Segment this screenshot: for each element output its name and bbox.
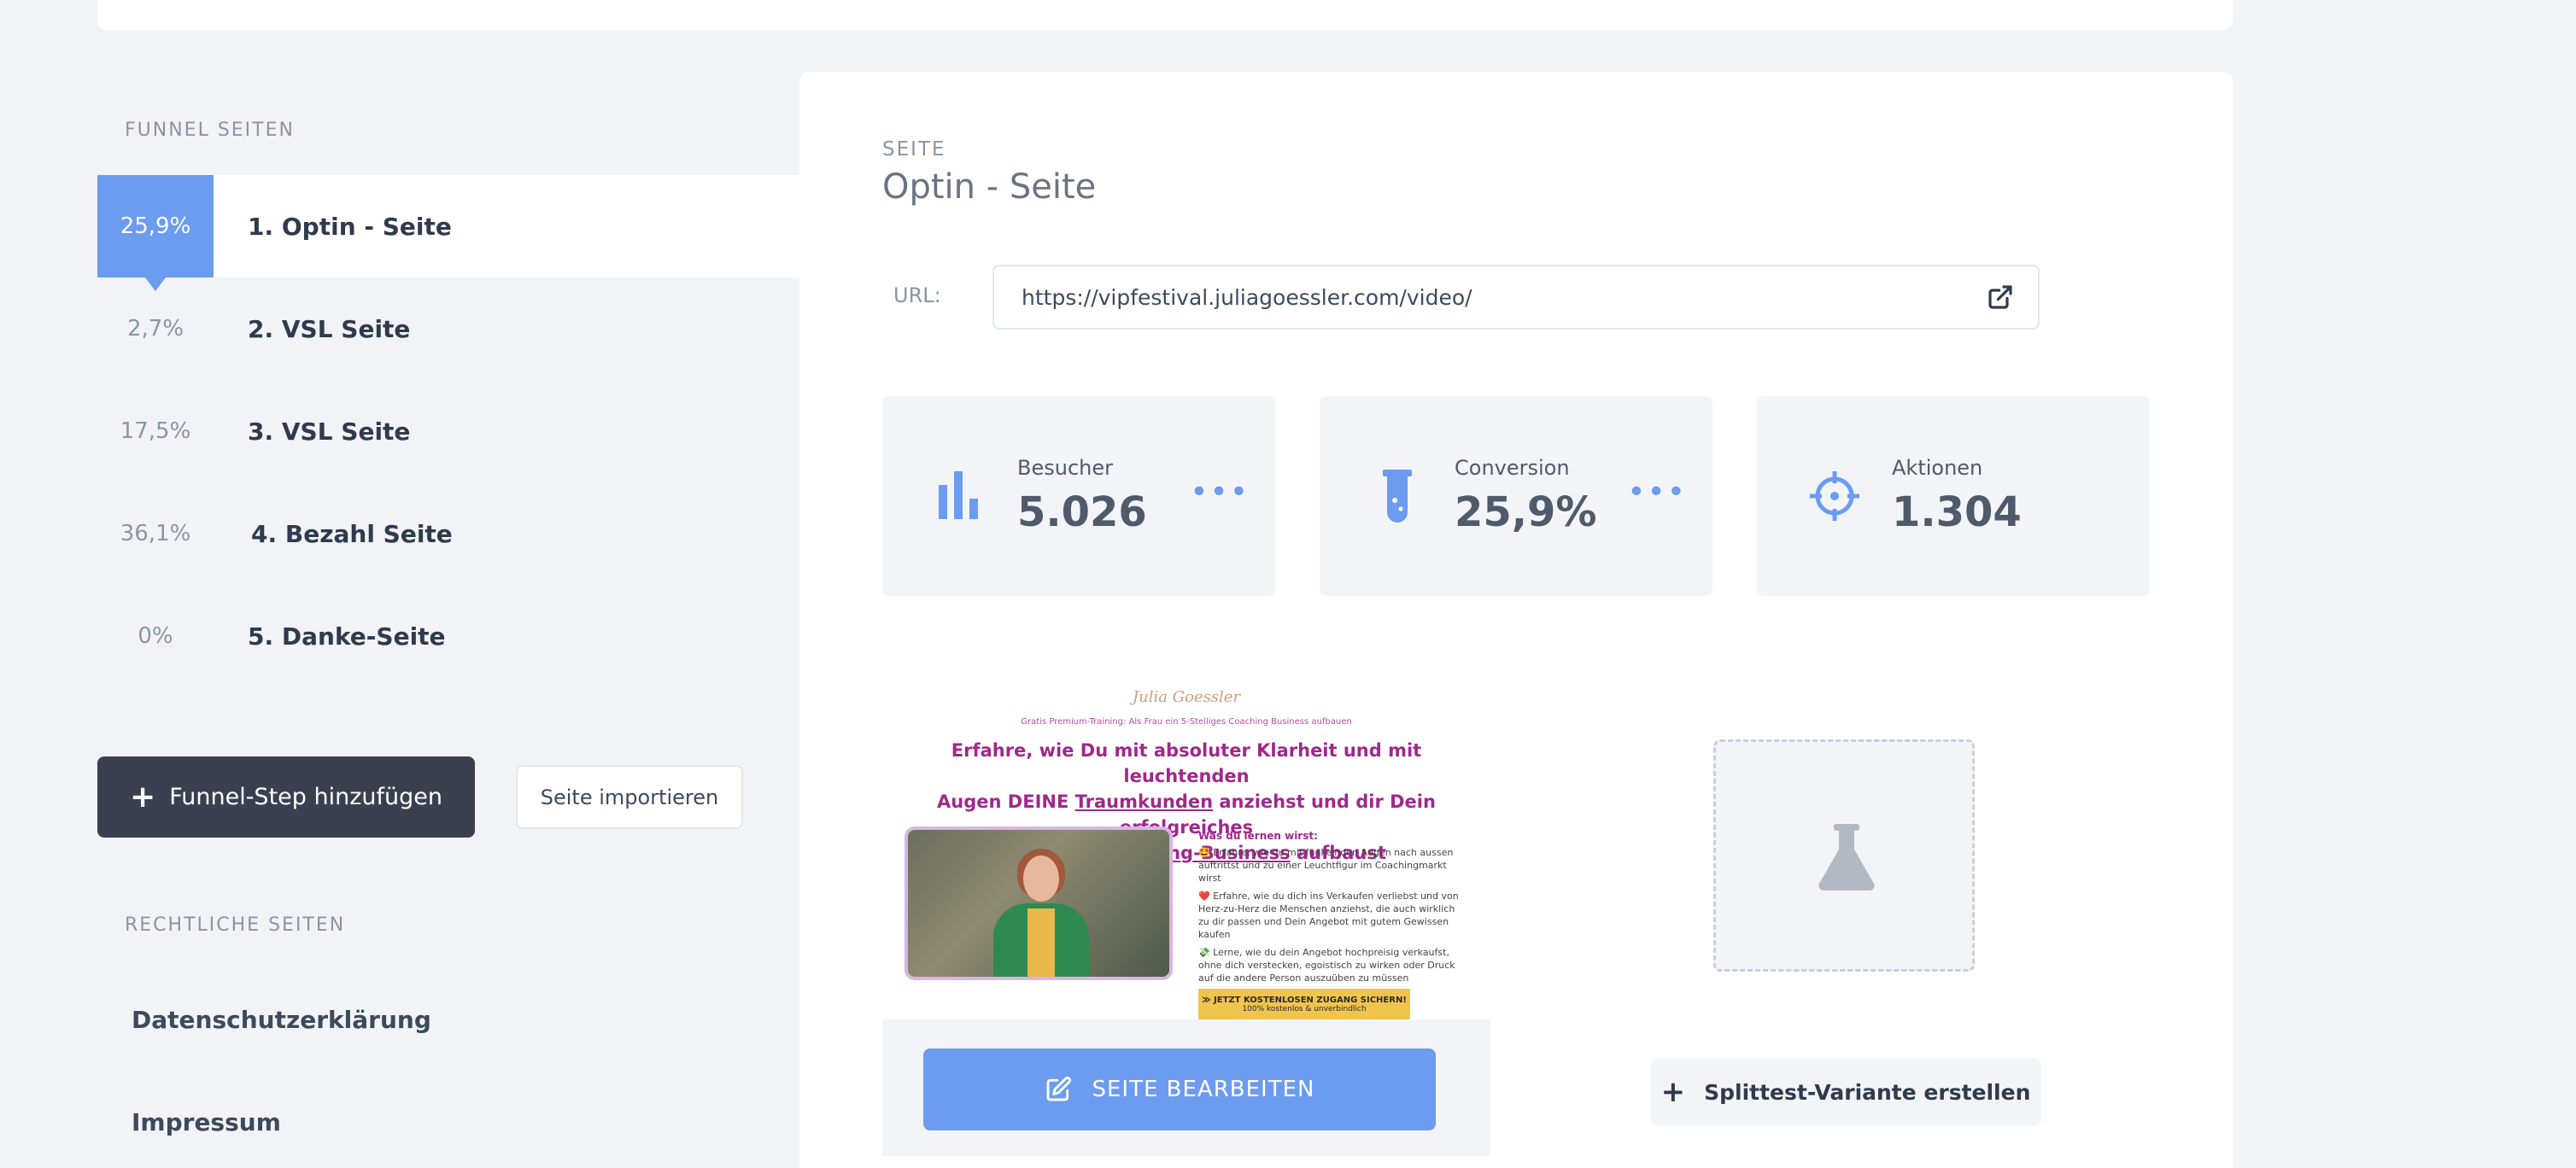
preview-headline-part: Traumkunden <box>1074 791 1214 812</box>
crosshair-icon <box>1810 471 1859 521</box>
create-split-test-button[interactable]: + Splittest-Variante erstellen <box>1650 1059 2041 1125</box>
url-value: https://vipfestival.juliagoessler.com/vi… <box>1022 284 1472 310</box>
stat-card-conversion: Conversion 25,9% ••• <box>1320 396 1712 596</box>
edit-icon <box>1046 1077 1071 1101</box>
preview-learn-item: 🤩 Erfahre, wie du mit funkelnden Augen n… <box>1198 847 1454 884</box>
funnel-step-3[interactable]: 17,5% 3. VSL Seite <box>97 380 799 482</box>
preview-headline-part: Augen DEINE <box>937 791 1075 812</box>
stat-label: Conversion <box>1455 456 1570 480</box>
preview-cta-sub: 100% kostenlos & unverbindlich <box>1242 1005 1367 1013</box>
funnel-step-conversion: 17,5% <box>120 418 191 444</box>
test-tube-icon <box>1383 470 1412 523</box>
external-link-icon[interactable] <box>1987 283 2014 311</box>
preview-learn-list: Was du lernen wirst: 🤩 Erfahre, wie du m… <box>1198 830 1463 990</box>
preview-logo: Julia Goessler <box>1132 688 1241 706</box>
preview-video-face <box>1023 856 1059 902</box>
edit-page-label: SEITE BEARBEITEN <box>1092 1077 1315 1102</box>
bar-chart-icon <box>939 471 978 519</box>
preview-video <box>908 830 1169 977</box>
preview-subline: Gratis Premium-Training: Als Frau ein 5-… <box>1021 717 1352 727</box>
add-funnel-step-button[interactable]: + Funnel-Step hinzufügen <box>97 756 475 838</box>
url-field[interactable]: https://vipfestival.juliagoessler.com/vi… <box>992 265 2040 330</box>
legal-item-privacy[interactable]: Datenschutzerklärung <box>132 1006 431 1034</box>
funnel-step-2[interactable]: 2,7% 2. VSL Seite <box>97 277 799 380</box>
funnel-step-1[interactable]: 25,9% 1. Optin - Seite <box>97 175 799 291</box>
more-options-icon[interactable]: ••• <box>1190 477 1250 508</box>
page-kicker: SEITE <box>882 138 946 161</box>
funnel-step-conversion: 0% <box>138 623 173 649</box>
preview-video-shirt <box>1027 908 1055 977</box>
funnel-step-label: 4. Bezahl Seite <box>251 519 453 548</box>
plus-icon: + <box>1660 1075 1686 1109</box>
import-page-button[interactable]: Seite importieren <box>516 765 743 829</box>
split-test-placeholder[interactable] <box>1713 739 1975 972</box>
stat-card-actions: Aktionen 1.304 <box>1757 396 2150 596</box>
funnel-step-conversion: 2,7% <box>126 316 184 342</box>
create-split-test-label: Splittest-Variante erstellen <box>1704 1079 2031 1105</box>
funnel-step-5[interactable]: 0% 5. Danke-Seite <box>97 585 799 687</box>
flask-icon <box>1818 824 1875 891</box>
edit-area: SEITE BEARBEITEN <box>882 1019 1490 1156</box>
funnel-section-label: FUNNEL SEITEN <box>125 120 295 141</box>
stat-label: Aktionen <box>1892 456 1983 480</box>
funnel-step-conversion: 36,1% <box>120 521 191 546</box>
preview-learn-item: 💸 Lerne, wie du dein Angebot hochpreisig… <box>1198 947 1455 984</box>
stat-card-visitors: Besucher 5.026 ••• <box>882 396 1275 596</box>
stat-label: Besucher <box>1017 456 1113 480</box>
funnel-step-label: 3. VSL Seite <box>248 417 411 446</box>
funnel-step-list: 25,9% 1. Optin - Seite 2,7% 2. VSL Seite… <box>97 175 799 687</box>
legal-section-label: RECHTLICHE SEITEN <box>125 914 346 936</box>
stat-value: 25,9% <box>1455 488 1597 536</box>
add-funnel-step-label: Funnel-Step hinzufügen <box>169 784 442 810</box>
more-options-icon[interactable]: ••• <box>1627 477 1687 508</box>
top-card <box>97 0 2233 30</box>
page-title: Optin - Seite <box>882 167 1097 207</box>
funnel-step-label: 2. VSL Seite <box>248 314 411 343</box>
funnel-step-4[interactable]: 36,1% 4. Bezahl Seite <box>97 482 799 585</box>
preview-headline-line: Erfahre, wie Du mit absoluter Klarheit u… <box>951 740 1422 786</box>
url-label: URL: <box>893 283 941 307</box>
legal-item-imprint[interactable]: Impressum <box>132 1108 281 1136</box>
page-detail-card: SEITE Optin - Seite URL: https://vipfest… <box>799 72 2233 1168</box>
plus-icon: + <box>130 779 156 815</box>
preview-learn-title: Was du lernen wirst: <box>1198 830 1318 842</box>
preview-cta-label: ≫ JETZT KOSTENLOSEN ZUGANG SICHERN! <box>1202 996 1407 1005</box>
edit-page-button[interactable]: SEITE BEARBEITEN <box>923 1048 1436 1130</box>
stat-value: 1.304 <box>1892 488 2022 536</box>
funnel-step-conversion: 25,9% <box>97 175 214 291</box>
funnel-step-label: 1. Optin - Seite <box>248 212 452 241</box>
funnel-step-label: 5. Danke-Seite <box>248 622 446 651</box>
stat-value: 5.026 <box>1017 488 1147 536</box>
preview-learn-item: ❤️ Erfahre, wie du dich ins Verkaufen ve… <box>1198 891 1459 940</box>
page-preview-thumbnail[interactable]: Julia Goessler Gratis Premium-Training: … <box>882 686 1490 1028</box>
